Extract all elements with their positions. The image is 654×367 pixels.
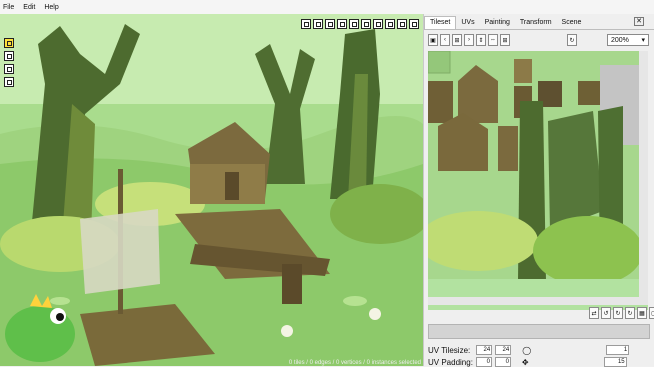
rotate-icon[interactable]: ↻ xyxy=(625,307,635,319)
select-tile-icon[interactable] xyxy=(4,38,14,48)
refresh-icon[interactable]: ↻ xyxy=(567,34,577,46)
tile-grid-icon[interactable]: ⊞ xyxy=(500,34,510,46)
menu-bar: File Edit Help xyxy=(0,0,654,14)
tab-painting[interactable]: Painting xyxy=(480,17,515,29)
tab-uvs[interactable]: UVs xyxy=(456,17,479,29)
panel-tabs: Tileset UVs Painting Transform Scene ✕ xyxy=(424,14,654,30)
grid-icon[interactable]: ⊞ xyxy=(452,34,462,46)
side-panel: Tileset UVs Painting Transform Scene ✕ ▣… xyxy=(423,14,654,367)
tile-icon[interactable]: ▦ xyxy=(637,307,647,319)
menu-icon[interactable] xyxy=(409,19,419,29)
image-icon[interactable]: ▣ xyxy=(428,34,438,46)
undo-icon[interactable] xyxy=(385,19,395,29)
next-tile-icon[interactable]: › xyxy=(464,34,474,46)
selection-status: 0 tiles / 0 edges / 0 vertices / 0 insta… xyxy=(288,360,421,366)
move-icon[interactable] xyxy=(337,19,347,29)
rotate-left-icon[interactable]: ↺ xyxy=(601,307,611,319)
box-icon[interactable] xyxy=(301,19,311,29)
redo-icon[interactable] xyxy=(397,19,407,29)
lock-icon[interactable]: ◯ xyxy=(522,346,531,355)
menu-file[interactable]: File xyxy=(3,4,14,11)
select-vertex-icon[interactable] xyxy=(4,64,14,74)
chevron-down-icon: ▾ xyxy=(641,37,645,44)
uv-tilesize-row: UV Tilesize: 24 24 ◯ 1 xyxy=(428,345,630,355)
rotate-icon[interactable] xyxy=(349,19,359,29)
palette-icon[interactable]: ▢ xyxy=(649,307,654,319)
uv-tilesize-width[interactable]: 24 xyxy=(476,345,493,355)
selection-tools xyxy=(4,38,14,87)
tab-tileset[interactable]: Tileset xyxy=(424,16,457,29)
uv-tilesize-label: UV Tilesize: xyxy=(428,345,471,355)
link-icon[interactable]: ⇄ xyxy=(589,307,599,319)
tileset-texture xyxy=(428,51,648,310)
rotate-right-icon[interactable]: ↻ xyxy=(613,307,623,319)
mirror-icon[interactable] xyxy=(373,19,383,29)
tab-scene[interactable]: Scene xyxy=(557,17,587,29)
menu-help[interactable]: Help xyxy=(44,4,58,11)
viewport-toolbar xyxy=(301,19,419,29)
zoom-value: 200% xyxy=(611,36,629,44)
tileset-horizontal-scrollbar[interactable] xyxy=(428,297,648,305)
zoom-select[interactable]: 200% ▾ xyxy=(607,34,649,46)
uv-tilesize-height[interactable]: 24 xyxy=(495,345,512,355)
info-bar xyxy=(428,324,650,339)
tileset-vertical-scrollbar[interactable] xyxy=(639,51,648,297)
close-icon[interactable]: ✕ xyxy=(634,17,644,26)
tab-transform[interactable]: Transform xyxy=(515,17,557,29)
uv-padding-label: UV Padding: xyxy=(428,357,473,367)
right-field-top[interactable]: 1 xyxy=(606,345,630,355)
select-edge-icon[interactable] xyxy=(4,51,14,61)
tileset-bottom-tools: ⇄ ↺ ↻ ↻ ▦ ▢ xyxy=(589,307,654,319)
boxes-icon[interactable] xyxy=(313,19,323,29)
tileset-toolbar: ▣ ‹ ⊞ › ⇕ ⇔ ⊞ ↻ 200% ▾ xyxy=(424,30,654,50)
tileset-canvas[interactable] xyxy=(428,51,648,310)
transform-icon[interactable] xyxy=(325,19,335,29)
select-instance-icon[interactable] xyxy=(4,77,14,87)
flip-vertical-icon[interactable]: ⇕ xyxy=(476,34,486,46)
menu-edit[interactable]: Edit xyxy=(23,4,35,11)
scene-viewport[interactable]: 0 tiles / 0 edges / 0 vertices / 0 insta… xyxy=(0,14,423,366)
move-icon[interactable]: ✥ xyxy=(522,358,529,367)
prev-tile-icon[interactable]: ‹ xyxy=(440,34,450,46)
scale-icon[interactable] xyxy=(361,19,371,29)
flip-horizontal-icon[interactable]: ⇔ xyxy=(488,34,498,46)
swamp-scene-illustration xyxy=(0,14,423,366)
